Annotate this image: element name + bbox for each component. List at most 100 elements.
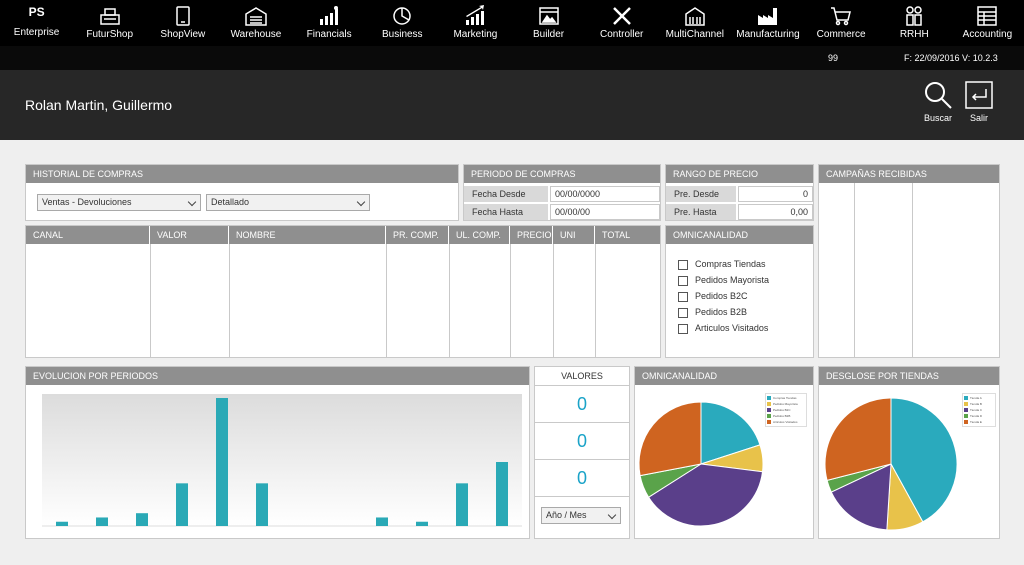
nav-accounting[interactable]: Accounting <box>951 0 1024 46</box>
valores-panel: VALORES 0 0 0 Año / Mes <box>534 366 630 539</box>
nav-label: Builder <box>532 29 565 40</box>
type-select[interactable]: Ventas - Devoluciones <box>37 194 201 211</box>
rango-title: RANGO DE PRECIO <box>666 165 813 183</box>
purchase-table: CANAL VALOR NOMBRE PR. COMP. UL. COMP. P… <box>25 225 661 358</box>
column-header-uni[interactable]: UNI <box>553 226 595 244</box>
nav-controller[interactable]: Controller <box>585 0 658 46</box>
bar[interactable] <box>176 483 188 526</box>
nav-marketing[interactable]: Marketing <box>439 0 512 46</box>
historial-title: HISTORIAL DE COMPRAS <box>26 165 458 183</box>
column-header-precio[interactable]: PRECIO <box>510 226 553 244</box>
bar[interactable] <box>256 483 268 526</box>
search-button[interactable]: Buscar <box>918 80 958 123</box>
pie-slice[interactable] <box>638 401 702 477</box>
omnicanalidad-title: OMNICANALIDAD <box>666 226 813 244</box>
type-select-value: Ventas - Devoluciones <box>42 197 132 207</box>
nav-label: Warehouse <box>230 29 282 40</box>
bar[interactable] <box>496 462 508 526</box>
checkbox-label: Pedidos Mayorista <box>695 275 770 285</box>
nav-financials[interactable]: Financials <box>293 0 366 46</box>
nav-warehouse[interactable]: Warehouse <box>219 0 292 46</box>
checkbox-label: Compras Tiendas <box>695 259 766 269</box>
checkbox-icon <box>678 323 688 334</box>
nav-manufacturing[interactable]: Manufacturing <box>731 0 804 46</box>
rango-panel: RANGO DE PRECIO Pre. Desde 0 Pre. Hasta … <box>665 164 814 221</box>
date-from-input[interactable]: 00/00/0000 <box>550 186 660 202</box>
checkbox-pedidos-mayorista[interactable]: Pedidos Mayorista <box>678 274 769 286</box>
divider <box>535 385 629 386</box>
nav-multichannel[interactable]: MultiChannel <box>658 0 731 46</box>
price-to-input[interactable]: 0,00 <box>738 204 813 220</box>
checkbox-label: Pedidos B2B <box>695 307 748 317</box>
checkbox-icon <box>678 275 688 286</box>
omni-chart-panel: OMNICANALIDAD Compras Tiendas Pedidos May… <box>634 366 814 539</box>
omni-chart-title: OMNICANALIDAD <box>635 367 813 385</box>
ledger-icon <box>977 6 998 26</box>
column-header-nombre[interactable]: NOMBRE <box>229 226 386 244</box>
growth-chart-icon <box>466 5 485 25</box>
nav-commerce[interactable]: Commerce <box>805 0 878 46</box>
nav-futurshop[interactable]: FuturShop <box>73 0 146 46</box>
evolucion-title: EVOLUCION POR PERIODOS <box>26 367 529 385</box>
historial-panel: HISTORIAL DE COMPRAS Ventas - Devolucion… <box>25 164 459 221</box>
checkbox-pedidos-b2c[interactable]: Pedidos B2C <box>678 290 748 302</box>
nav-shopview[interactable]: ShopView <box>146 0 219 46</box>
chevron-down-icon <box>607 510 617 520</box>
checkbox-compras-tiendas[interactable]: Compras Tiendas <box>678 258 766 270</box>
bar[interactable] <box>416 521 428 526</box>
chevron-down-icon <box>356 197 366 207</box>
nav-enterprise[interactable]: PS Enterprise <box>0 0 73 46</box>
value-display-3: 0 <box>576 468 587 488</box>
legend-swatch <box>767 396 771 401</box>
exit-button[interactable]: Salir <box>959 80 999 123</box>
period-select[interactable]: Año / Mes <box>541 507 621 524</box>
column-header-valor[interactable]: VALOR <box>150 226 229 244</box>
column-header-ul-comp[interactable]: UL. COMP. <box>449 226 510 244</box>
financials-chart-icon <box>320 6 339 25</box>
legend-swatch <box>964 414 968 419</box>
detail-select[interactable]: Detallado <box>206 194 370 211</box>
column-header-canal[interactable]: CANAL <box>26 226 150 244</box>
column-divider <box>150 244 151 357</box>
periodo-title: PERIODO DE COMPRAS <box>464 165 660 183</box>
nav-label: Commerce <box>816 29 866 40</box>
nav-label: FuturShop <box>86 29 134 40</box>
omni-chart-legend: Compras Tiendas Pedidos Mayorista Pedidos … <box>765 393 807 427</box>
customer-name: Rolan Martin, Guillermo <box>25 97 173 113</box>
nav-label: Financials <box>306 29 352 40</box>
divider <box>535 422 629 423</box>
column-header-pr-comp[interactable]: PR. COMP. <box>386 226 449 244</box>
bar[interactable] <box>136 513 148 526</box>
search-label: Buscar <box>923 113 952 123</box>
bar[interactable] <box>456 483 468 526</box>
checkbox-articulos-visitados[interactable]: Articulos Visitados <box>678 322 768 334</box>
nav-builder[interactable]: Builder <box>512 0 585 46</box>
checkbox-pedidos-b2b[interactable]: Pedidos B2B <box>678 306 747 318</box>
nav-business[interactable]: Business <box>366 0 439 46</box>
price-from-input[interactable]: 0 <box>738 186 813 202</box>
tools-icon <box>612 7 631 25</box>
column-divider <box>912 183 913 357</box>
nav-rrhh[interactable]: RRHH <box>878 0 951 46</box>
campanas-title: CAMPAÑAS RECIBIDAS <box>819 165 999 183</box>
legend-label: Tienda E <box>970 420 982 425</box>
legend-swatch <box>964 420 968 425</box>
desglose-chart-legend: Tienda A Tienda B Tienda C Tienda D Tienda E <box>962 393 996 427</box>
column-header-total[interactable]: TOTAL <box>595 226 660 244</box>
builder-window-icon <box>538 7 559 25</box>
bar[interactable] <box>216 398 228 526</box>
exit-label: Salir <box>969 113 988 123</box>
factory-icon <box>757 8 777 25</box>
bar[interactable] <box>96 517 108 526</box>
checkbox-icon <box>678 291 688 302</box>
legend-item: Articulos Visitados <box>767 419 805 425</box>
version-info: F: 22/09/2016 V: 10.2.3 <box>904 53 998 63</box>
date-to-input[interactable]: 00/00/00 <box>550 204 660 220</box>
nav-label: RRHH <box>899 29 929 40</box>
bar[interactable] <box>56 521 68 526</box>
legend-item: Tienda E <box>964 419 994 425</box>
multichannel-building-icon <box>685 7 705 26</box>
pie-chart-icon <box>393 7 412 25</box>
bar[interactable] <box>376 517 388 526</box>
price-to-label: Pre. Hasta <box>666 204 736 220</box>
